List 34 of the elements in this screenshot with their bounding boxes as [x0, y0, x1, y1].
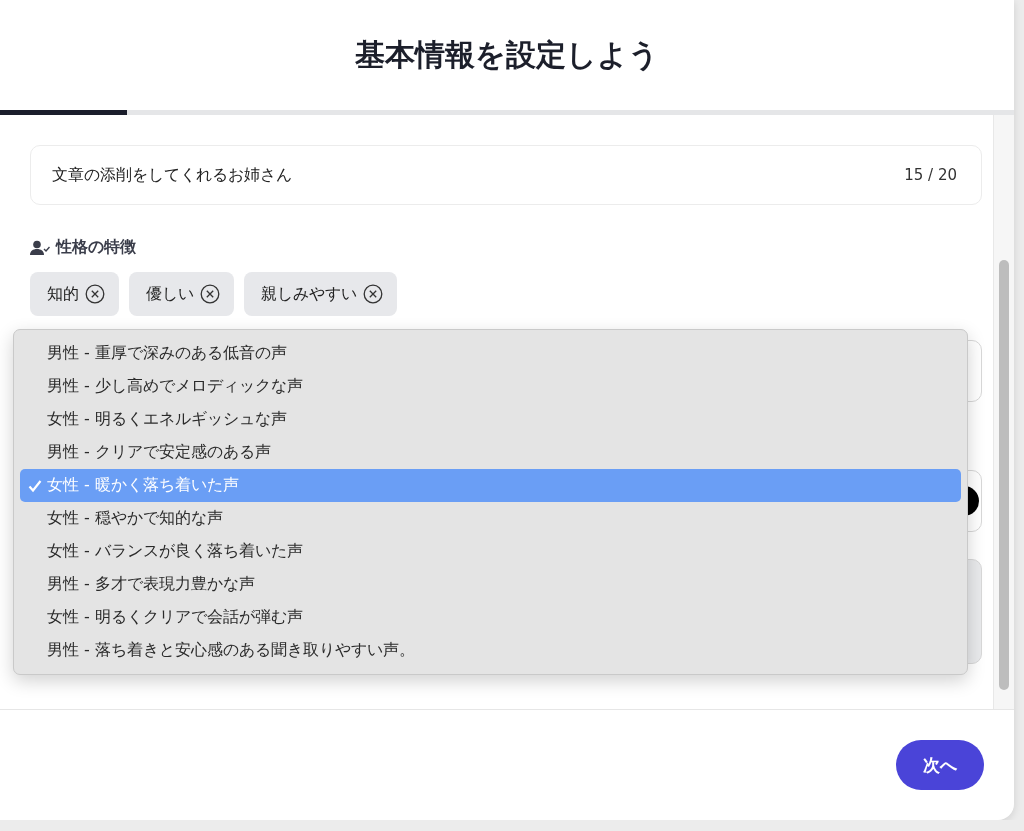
name-field[interactable]: 文章の添削をしてくれるお姉さん 15 / 20: [30, 145, 982, 205]
dropdown-option[interactable]: 女性 - 明るくクリアで会話が弾む声: [20, 601, 961, 634]
scrollbar[interactable]: [993, 115, 1014, 709]
dropdown-option[interactable]: 男性 - 重厚で深みのある低音の声: [20, 337, 961, 370]
checkmark-icon: [28, 478, 42, 493]
field-value: 文章の添削をしてくれるお姉さん: [52, 164, 292, 186]
dropdown-option[interactable]: 男性 - 落ち着きと安心感のある聞き取りやすい声。: [20, 634, 961, 667]
option-label: 女性 - 暖かく落ち着いた声: [47, 475, 239, 496]
option-label: 男性 - 落ち着きと安心感のある聞き取りやすい声。: [47, 640, 415, 661]
option-label: 男性 - 少し高めでメロディックな声: [47, 376, 303, 397]
option-label: 女性 - 穏やかで知的な声: [47, 508, 223, 529]
option-label: 男性 - 多才で表現力豊かな声: [47, 574, 255, 595]
remove-icon[interactable]: [85, 284, 105, 304]
dropdown-option[interactable]: 女性 - バランスが良く落ち着いた声: [20, 535, 961, 568]
person-check-icon: [30, 239, 50, 256]
character-counter: 15 / 20: [904, 166, 957, 184]
dropdown-option[interactable]: 男性 - 少し高めでメロディックな声: [20, 370, 961, 403]
tag-label: 優しい: [146, 283, 194, 305]
section-label: 性格の特徴: [56, 237, 136, 258]
option-label: 男性 - 重厚で深みのある低音の声: [47, 343, 287, 364]
tag-label: 親しみやすい: [261, 283, 357, 305]
option-label: 男性 - クリアで安定感のある声: [47, 442, 271, 463]
remove-icon[interactable]: [200, 284, 220, 304]
dropdown-option[interactable]: 女性 - 穏やかで知的な声: [20, 502, 961, 535]
option-label: 女性 - バランスが良く落ち着いた声: [47, 541, 303, 562]
remove-icon[interactable]: [363, 284, 383, 304]
dialog-title: 基本情報を設定しよう: [355, 35, 659, 74]
dropdown-option[interactable]: 男性 - クリアで安定感のある声: [20, 436, 961, 469]
tag-label: 知的: [47, 283, 79, 305]
option-label: 女性 - 明るくクリアで会話が弾む声: [47, 607, 303, 628]
dropdown-option[interactable]: 男性 - 多才で表現力豊かな声: [20, 568, 961, 601]
dropdown-option[interactable]: 女性 - 明るくエネルギッシュな声: [20, 403, 961, 436]
next-button[interactable]: 次へ: [896, 740, 984, 790]
option-label: 女性 - 明るくエネルギッシュな声: [47, 409, 287, 430]
